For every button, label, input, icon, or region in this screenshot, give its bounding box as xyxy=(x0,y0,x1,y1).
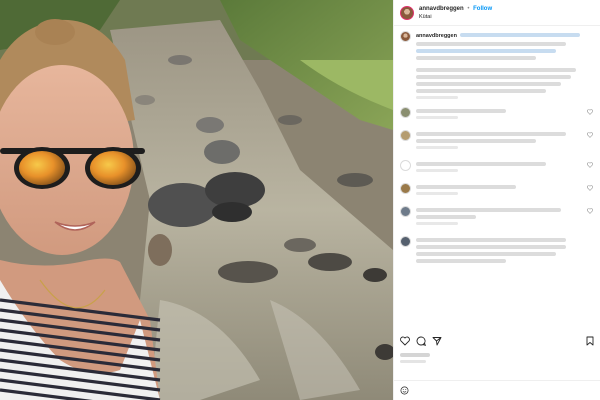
header-text: annavdbreggen • Follow Kütai xyxy=(419,5,492,21)
avatar-icon[interactable] xyxy=(400,206,411,217)
emoji-icon[interactable] xyxy=(400,386,409,395)
avatar-icon[interactable] xyxy=(400,107,411,118)
avatar-icon[interactable] xyxy=(400,183,411,194)
comment-meta xyxy=(416,116,458,119)
comment-meta xyxy=(416,146,458,149)
likes-count-blurred[interactable] xyxy=(400,353,430,357)
comment-text-blurred xyxy=(416,252,556,256)
instagram-post: annavdbreggen • Follow Kütai annavdbregg… xyxy=(0,0,600,400)
avatar-icon[interactable] xyxy=(400,236,411,247)
avatar-icon[interactable] xyxy=(400,130,411,141)
caption-meta xyxy=(416,96,458,99)
post-date-blurred xyxy=(400,360,426,363)
comment-text-blurred xyxy=(416,139,536,143)
comment-item xyxy=(400,107,595,119)
action-icons xyxy=(400,334,595,348)
comment-text-blurred xyxy=(416,185,516,189)
heart-icon[interactable] xyxy=(587,162,593,168)
caption-username[interactable]: annavdbreggen xyxy=(416,33,457,39)
comment-text-blurred xyxy=(416,245,566,249)
comment-item xyxy=(400,160,595,172)
avatar-icon[interactable] xyxy=(400,160,411,171)
comment-text-blurred xyxy=(416,259,506,263)
comment-icon[interactable] xyxy=(416,336,426,346)
comment-item xyxy=(400,183,595,195)
comment-text-blurred xyxy=(416,162,546,166)
heart-icon[interactable] xyxy=(587,185,593,191)
comment-text-blurred xyxy=(416,215,476,219)
comment-meta xyxy=(416,169,458,172)
heart-icon[interactable] xyxy=(400,336,410,346)
comment-text-blurred xyxy=(416,238,566,242)
separator-dot: • xyxy=(467,5,470,12)
comment-text-blurred xyxy=(416,109,506,113)
location-link[interactable]: Kütai xyxy=(419,13,492,21)
comment-item xyxy=(400,236,595,266)
comment-text-blurred xyxy=(416,132,566,136)
post-photo[interactable] xyxy=(0,0,393,400)
selfie-river-photo xyxy=(0,0,393,400)
caption-text-blurred xyxy=(416,75,571,79)
username-link[interactable]: annavdbreggen xyxy=(419,6,464,12)
share-icon[interactable] xyxy=(432,336,442,346)
comment-meta xyxy=(416,222,458,225)
avatar-icon[interactable] xyxy=(400,31,411,42)
caption-text-blurred xyxy=(416,68,576,72)
heart-icon[interactable] xyxy=(587,208,593,214)
comment-text-blurred xyxy=(416,208,561,212)
comment-item xyxy=(400,206,595,225)
caption-text-blurred xyxy=(416,56,536,60)
comments-list[interactable]: annavdbreggen xyxy=(394,27,600,332)
caption-text-blurred xyxy=(416,89,546,93)
add-comment-bar xyxy=(394,380,600,400)
caption-text-blurred xyxy=(459,33,580,37)
post-side-panel: annavdbreggen • Follow Kütai annavdbregg… xyxy=(393,0,600,400)
heart-icon[interactable] xyxy=(587,109,593,115)
caption-text-blurred xyxy=(416,49,556,53)
avatar-icon[interactable] xyxy=(400,5,414,20)
follow-button[interactable]: Follow xyxy=(473,6,492,12)
caption-text-blurred xyxy=(416,42,566,46)
heart-icon[interactable] xyxy=(587,132,593,138)
post-header: annavdbreggen • Follow Kütai xyxy=(394,0,600,26)
comment-meta xyxy=(416,192,458,195)
post-actions xyxy=(394,334,600,366)
bookmark-icon[interactable] xyxy=(585,336,595,346)
caption-text-blurred xyxy=(416,82,561,86)
add-comment-input[interactable] xyxy=(414,387,564,394)
comment-item xyxy=(400,130,595,149)
post-caption: annavdbreggen xyxy=(400,31,595,99)
